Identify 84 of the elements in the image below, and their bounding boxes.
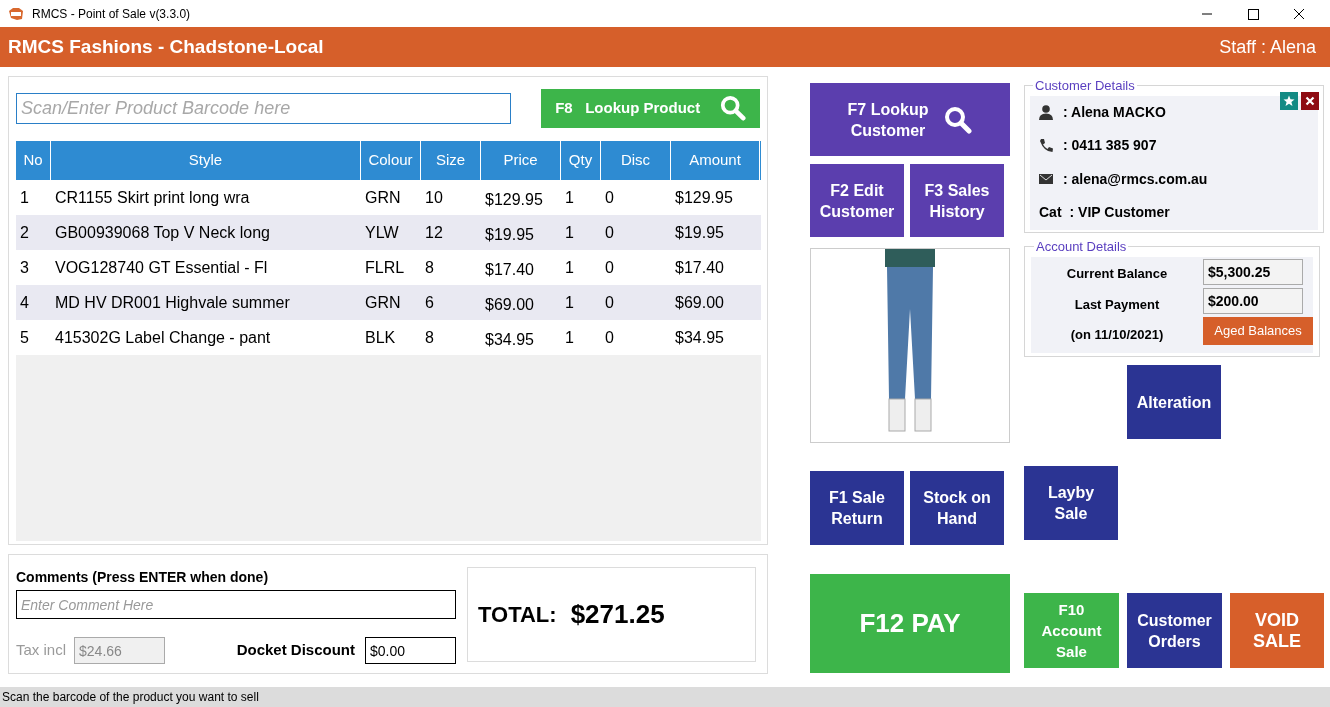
table-cell-text: 8 bbox=[424, 257, 435, 278]
table-cell-text: 0 bbox=[604, 327, 615, 348]
category-label: Cat bbox=[1039, 203, 1062, 223]
table-cell-text: $19.95 bbox=[674, 222, 725, 243]
current-balance-label: Current Balance bbox=[1066, 265, 1168, 284]
total-value: $271.25 bbox=[570, 598, 665, 631]
docket-discount-field[interactable]: $0.00 bbox=[365, 637, 456, 664]
table-cell-text: 0 bbox=[604, 292, 615, 313]
envelope-icon bbox=[1039, 174, 1053, 185]
comment-field[interactable]: Enter Comment Here bbox=[16, 590, 456, 619]
action-button[interactable]: VOID SALE bbox=[1230, 593, 1324, 668]
table-cell-text: $17.40 bbox=[484, 259, 535, 280]
table-cell-text: 5 bbox=[19, 327, 30, 348]
table-cell-text: MD HV DR001 Highvale summer bbox=[54, 292, 291, 313]
table-cell-text: FLRL bbox=[364, 257, 406, 278]
current-balance-field[interactable]: $5,300.25 bbox=[1203, 258, 1303, 285]
table-cell-text: 1 bbox=[564, 222, 575, 243]
comments-label: Comments (Press ENTER when done) bbox=[16, 568, 270, 587]
last-payment-date: (on 11/10/2021) bbox=[1070, 326, 1164, 345]
table-cell-text: GB00939068 Top V Neck long bbox=[54, 222, 271, 243]
table-cell-text: $129.95 bbox=[674, 187, 734, 208]
barcode-field[interactable]: Scan/Enter Product Barcode here bbox=[16, 92, 512, 124]
table-cell-text: 4 bbox=[19, 292, 30, 313]
close-icon bbox=[1305, 95, 1315, 106]
total-label: TOTAL: bbox=[478, 601, 557, 629]
action-button[interactable]: Alteration bbox=[1127, 365, 1221, 439]
favorite-button[interactable] bbox=[1280, 91, 1298, 110]
store-title: RMCS Fashions - Chadstone-Local bbox=[8, 34, 324, 59]
search-icon bbox=[720, 95, 747, 121]
table-cell-text: 3 bbox=[19, 257, 30, 278]
table-cell-text: GRN bbox=[364, 187, 402, 208]
action-button[interactable]: Customer Orders bbox=[1127, 593, 1222, 668]
table-cell-text: $34.95 bbox=[674, 327, 725, 348]
table-cell-text: $34.95 bbox=[484, 329, 535, 350]
action-button[interactable]: Stock on Hand bbox=[910, 471, 1004, 545]
staff-label: Staff : Alena bbox=[1219, 35, 1316, 59]
status-text: Scan the barcode of the product you want to sell bbox=[2, 689, 259, 706]
clear-customer-button[interactable] bbox=[1301, 91, 1319, 110]
aged-balances-button[interactable]: Aged Balances bbox=[1203, 316, 1313, 345]
action-button[interactable]: F7 Lookup Customer bbox=[810, 83, 1010, 156]
table-cell-text: 1 bbox=[564, 327, 575, 348]
table-cell-text: GRN bbox=[364, 292, 402, 313]
table-cell-text: $69.00 bbox=[674, 292, 725, 313]
table-cell-text: 1 bbox=[19, 187, 30, 208]
table-cell-text: 1 bbox=[564, 187, 575, 208]
table-cell-text: 0 bbox=[604, 187, 615, 208]
person-icon bbox=[1039, 104, 1053, 120]
table-cell-text: 10 bbox=[424, 187, 444, 208]
action-button[interactable]: F1 Sale Return bbox=[810, 471, 904, 545]
panel-title: Account Details bbox=[1035, 238, 1128, 256]
table-cell-text: $19.95 bbox=[484, 224, 535, 245]
tax-label: Tax incl bbox=[16, 640, 67, 661]
customer-phone: : 0411 385 907 bbox=[1063, 136, 1157, 156]
table-cell-text: BLK bbox=[364, 327, 397, 348]
last-payment-field[interactable]: $200.00 bbox=[1203, 287, 1303, 314]
table-cell-text: $129.95 bbox=[484, 189, 544, 210]
table-cell-text: YLW bbox=[364, 222, 400, 243]
window-title: RMCS - Point of Sale v(3.3.0) bbox=[32, 5, 191, 23]
table-cell-text: VOG128740 GT Essential - Fl bbox=[54, 257, 269, 278]
docket-discount-label: Docket Discount bbox=[236, 640, 355, 661]
customer-name: : Alena MACKO bbox=[1063, 102, 1166, 122]
table-cell-text: 0 bbox=[604, 257, 615, 278]
phone-icon bbox=[1039, 138, 1053, 154]
panel-title: Customer Details bbox=[1034, 77, 1136, 95]
table-cell-text: 1 bbox=[564, 257, 575, 278]
table-cell-text: 6 bbox=[424, 292, 435, 313]
app-logo-icon bbox=[8, 6, 24, 21]
star-icon bbox=[1283, 94, 1295, 107]
table-cell-text: 1 bbox=[564, 292, 575, 313]
search-icon bbox=[944, 105, 973, 134]
customer-category: : VIP Customer bbox=[1069, 203, 1170, 223]
table-cell-text: 0 bbox=[604, 222, 615, 243]
table-cell-text: $69.00 bbox=[484, 294, 535, 315]
table-cell-text: 415302G Label Change - pant bbox=[54, 327, 272, 348]
last-payment-label: Last Payment bbox=[1074, 295, 1160, 314]
action-button[interactable]: Layby Sale bbox=[1024, 466, 1118, 540]
action-button[interactable]: F2 Edit Customer bbox=[810, 164, 904, 237]
table-cell-text: 12 bbox=[424, 222, 444, 243]
table-cell-text: 8 bbox=[424, 327, 435, 348]
action-button[interactable]: F3 Sales History bbox=[910, 164, 1004, 237]
table-cell-text: $17.40 bbox=[674, 257, 725, 278]
table-cell-text: CR1155 Skirt print long wra bbox=[54, 187, 251, 208]
table-cell-text: 2 bbox=[19, 222, 30, 243]
customer-email: : alena@rmcs.com.au bbox=[1063, 169, 1208, 189]
